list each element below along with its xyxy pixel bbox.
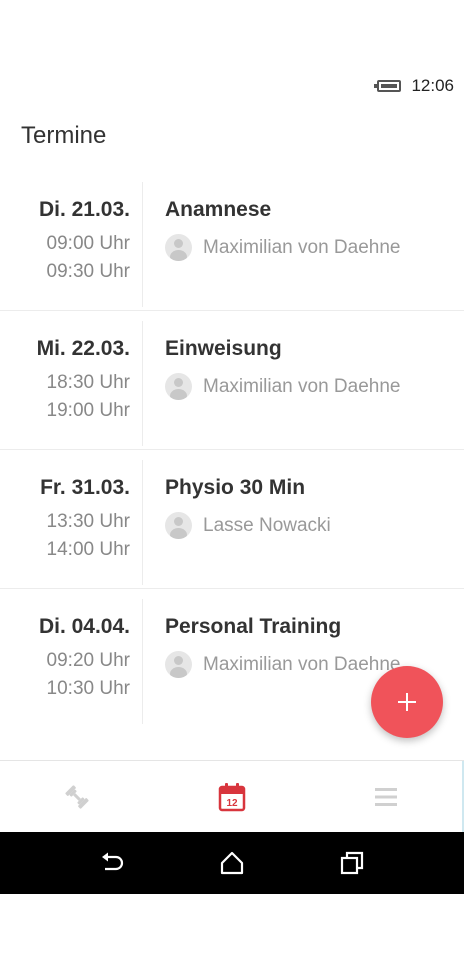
plus-icon: [398, 693, 416, 711]
dumbbell-icon: [65, 785, 89, 809]
add-appointment-button[interactable]: [371, 666, 443, 738]
appointment-info: Anamnese Maximilian von Daehne: [165, 198, 454, 261]
avatar-icon: [165, 373, 192, 400]
appointment-start-time: 09:00 Uhr: [46, 233, 130, 254]
avatar-icon: [165, 651, 192, 678]
appointment-start-time: 09:20 Uhr: [46, 650, 130, 671]
avatar-icon: [165, 234, 192, 261]
appointment-end-time: 14:00 Uhr: [46, 539, 130, 560]
appointment-date: Fr. 31.03.: [40, 476, 130, 499]
appointment-info: Physio 30 Min Lasse Nowacki: [165, 476, 454, 539]
appointment-list: Di. 21.03. 09:00 Uhr 09:30 Uhr Anamnese …: [0, 172, 464, 728]
nav-appointments[interactable]: 12: [216, 781, 248, 813]
appointment-end-time: 10:30 Uhr: [46, 678, 130, 699]
appointment-date-column: Mi. 22.03. 18:30 Uhr 19:00 Uhr: [0, 321, 143, 446]
system-navigation-bar: [0, 832, 464, 894]
bottom-navigation: 12: [0, 760, 464, 833]
recents-icon[interactable]: [339, 850, 365, 876]
calendar-day-label: 12: [226, 798, 238, 809]
appointment-date-column: Di. 21.03. 09:00 Uhr 09:30 Uhr: [0, 182, 143, 307]
appointment-trainer: Maximilian von Daehne: [165, 373, 454, 400]
appointment-trainer: Maximilian von Daehne: [165, 234, 454, 261]
appointment-date: Mi. 22.03.: [36, 337, 130, 360]
nav-menu[interactable]: [370, 781, 402, 813]
appointment-trainer: Lasse Nowacki: [165, 512, 454, 539]
appointment-date-column: Di. 04.04. 09:20 Uhr 10:30 Uhr: [0, 599, 143, 724]
appointment-end-time: 19:00 Uhr: [46, 400, 130, 421]
home-icon[interactable]: [219, 850, 245, 876]
trainer-name: Maximilian von Daehne: [203, 375, 401, 397]
appointment-date: Di. 21.03.: [38, 198, 130, 221]
appointment-info: Einweisung Maximilian von Daehne: [165, 337, 454, 400]
calendar-icon: 12: [218, 783, 246, 812]
status-time: 12:06: [411, 76, 454, 95]
trainer-name: Maximilian von Daehne: [203, 236, 401, 258]
appointment-item[interactable]: Mi. 22.03. 18:30 Uhr 19:00 Uhr Einweisun…: [0, 311, 464, 450]
appointment-start-time: 18:30 Uhr: [46, 372, 130, 393]
trainer-name: Maximilian von Daehne: [203, 653, 401, 675]
battery-full-icon: [374, 80, 402, 92]
appointment-end-time: 09:30 Uhr: [46, 261, 130, 282]
appointment-date-column: Fr. 31.03. 13:30 Uhr 14:00 Uhr: [0, 460, 143, 585]
nav-workouts[interactable]: [61, 781, 93, 813]
appointment-title: Anamnese: [165, 198, 272, 221]
status-bar: 12:06: [374, 72, 454, 100]
appointment-start-time: 13:30 Uhr: [46, 511, 130, 532]
appointment-title: Physio 30 Min: [165, 476, 306, 499]
appointment-date: Di. 04.04.: [38, 615, 130, 638]
appointment-title: Personal Training: [165, 615, 342, 638]
appointment-item[interactable]: Di. 21.03. 09:00 Uhr 09:30 Uhr Anamnese …: [0, 172, 464, 311]
back-icon[interactable]: [99, 850, 125, 876]
avatar-icon: [165, 512, 192, 539]
page-title: Termine: [21, 122, 107, 149]
menu-icon: [375, 788, 397, 806]
appointment-item[interactable]: Fr. 31.03. 13:30 Uhr 14:00 Uhr Physio 30…: [0, 450, 464, 589]
trainer-name: Lasse Nowacki: [203, 514, 331, 536]
appointment-title: Einweisung: [165, 337, 282, 360]
